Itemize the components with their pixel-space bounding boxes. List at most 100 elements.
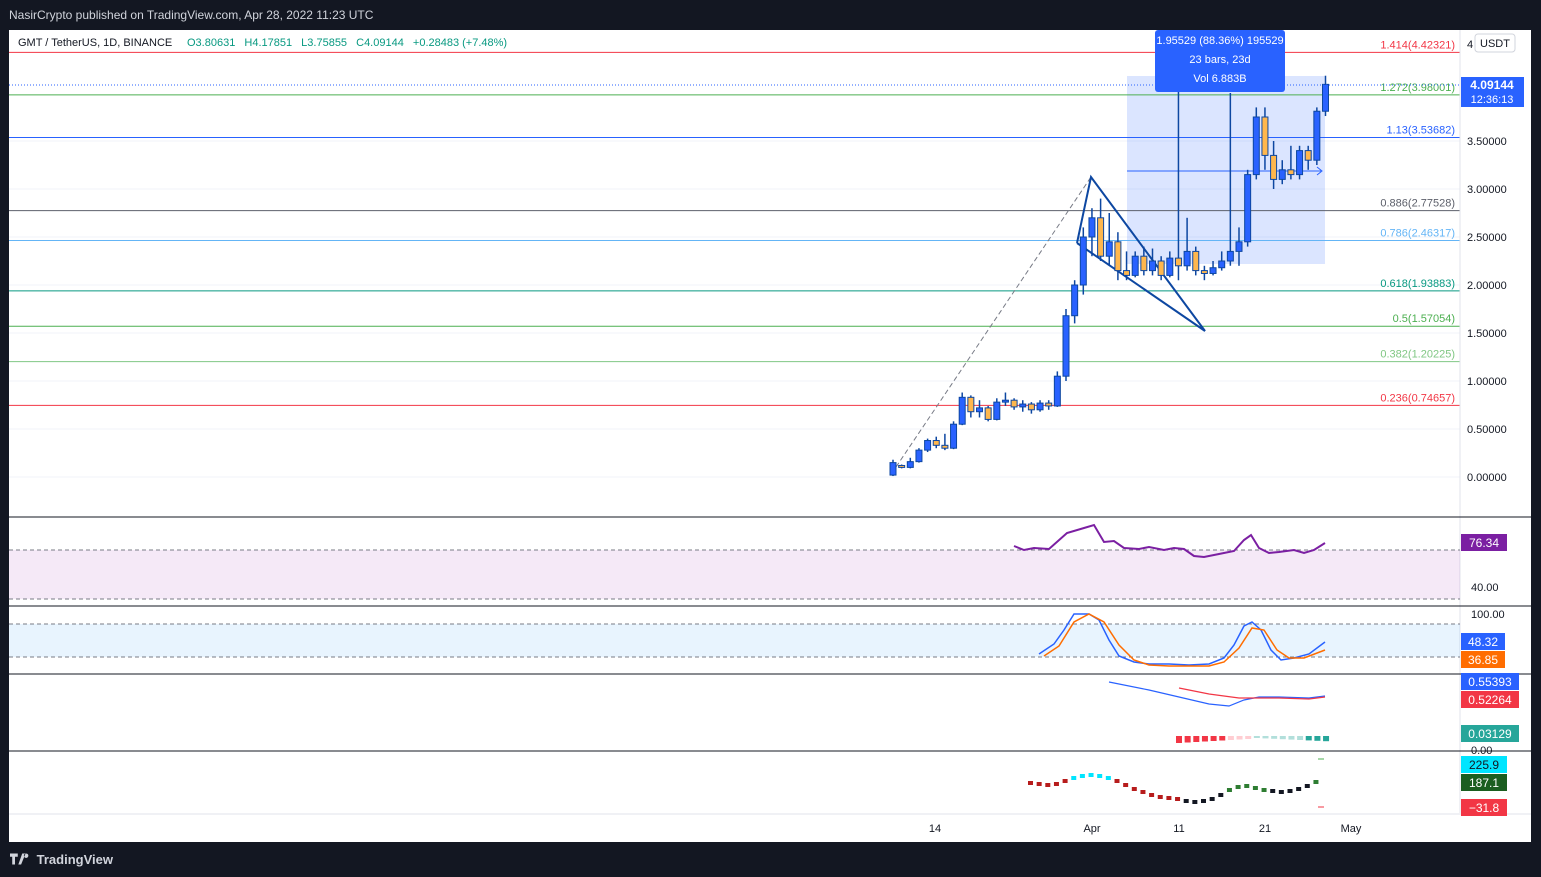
candle-body (984, 407, 992, 420)
oscillator-square (1261, 788, 1267, 792)
oscillator-square (1209, 797, 1215, 801)
trend-line-dashed[interactable] (895, 176, 1092, 468)
macd-hist-bar (1253, 736, 1260, 738)
candle (1105, 213, 1113, 266)
candle-body (1097, 217, 1105, 257)
candle-body (1226, 250, 1234, 262)
candle (984, 405, 992, 422)
candle-body (932, 440, 940, 446)
measure-tooltip-line2: 23 bars, 23d (1189, 54, 1250, 66)
candle (1079, 227, 1087, 295)
candle-body (1287, 169, 1295, 176)
price-tick-label: 3.50000 (1467, 136, 1507, 148)
candle (993, 398, 1001, 421)
candle-body (1071, 284, 1079, 317)
macd-signal-value: 0.52264 (1468, 693, 1512, 707)
candle (1027, 402, 1035, 414)
stoch-d-value: 36.85 (1468, 653, 1498, 667)
candle-body (1123, 270, 1131, 276)
rsi-band (9, 550, 1460, 599)
legend-symbol[interactable]: GMT / TetherUS, 1D, BINANCE (18, 37, 172, 49)
candle-body (1027, 403, 1035, 411)
macd-hist-bar (1210, 736, 1217, 741)
price-axis-top-tick: 4 (1467, 39, 1473, 51)
macd-hist-bar (1271, 736, 1278, 739)
candle-body (915, 449, 923, 463)
candle-body (1166, 257, 1174, 276)
legend-high: H4.17851 (244, 37, 292, 49)
candle (1045, 400, 1053, 410)
candle (1001, 392, 1009, 406)
candle-body (1149, 260, 1156, 272)
macd-zero-label: 0.00 (1471, 745, 1492, 757)
measure-tooltip-line1: 1.95529 (88.36%) 195529 (1156, 35, 1283, 47)
macd-hist-bar (1314, 736, 1321, 741)
fib-level-label: 1.272(3.98001) (1380, 82, 1455, 94)
macd-hist-bar (1193, 736, 1200, 742)
candle-body (1114, 241, 1122, 272)
chart-canvas[interactable]: 1.414(4.42321) 1.272(3.98001) 1.13(3.53682… (9, 30, 1531, 842)
candle-body (898, 464, 906, 468)
price-tick-label: 1.50000 (1467, 328, 1507, 340)
candle-body (1244, 174, 1252, 243)
publisher-line: NasirCrypto published on TradingView.com… (9, 8, 374, 22)
macd-hist-bar (1245, 736, 1252, 739)
oscillator-square (1226, 788, 1232, 792)
fib-level-label: 0.886(2.77528) (1380, 198, 1455, 210)
tradingview-logo[interactable]: TradingView (10, 852, 113, 867)
oscillator-square (1218, 793, 1224, 797)
fib-level-label: 0.786(2.46317) (1380, 228, 1455, 240)
oscillator-square (1045, 783, 1051, 787)
macd-hist-bar (1227, 736, 1234, 740)
candle-body (1218, 260, 1226, 269)
oscillator-square (1166, 796, 1172, 800)
oscillator-square (1175, 797, 1181, 801)
candle-body (1105, 241, 1113, 257)
candle-body (958, 396, 966, 425)
oscillator-square (1053, 782, 1059, 786)
oscillator-square (1235, 785, 1241, 789)
last-price-value: 4.09144 (1470, 78, 1514, 92)
price-tick-label: 0.50000 (1467, 424, 1507, 436)
rsi-level-label: 40.00 (1471, 582, 1499, 594)
candle-body (906, 461, 914, 468)
legend-open: O3.80631 (187, 37, 235, 49)
footer: TradingView (0, 842, 1541, 877)
macd-hist-bar (1323, 736, 1330, 742)
candle (1244, 169, 1252, 247)
candle (1192, 246, 1200, 276)
candle (898, 464, 906, 469)
chart-area[interactable]: 1.414(4.42321) 1.272(3.98001) 1.13(3.53682… (9, 30, 1531, 842)
macd-value: 0.55393 (1468, 675, 1512, 689)
candle (932, 436, 940, 449)
candle-body (1157, 260, 1165, 276)
macd-hist-bar (1201, 736, 1208, 742)
oscillator-square (1140, 790, 1146, 794)
candle-body (967, 396, 975, 413)
fib-level-label: 0.5(1.57054) (1393, 313, 1455, 325)
oscillator-squares (1028, 773, 1319, 804)
oscillator-square (1157, 795, 1163, 799)
oscillator-square (1123, 783, 1129, 787)
fib-level-label: 0.382(1.20225) (1380, 349, 1455, 361)
candle-body (1183, 250, 1191, 267)
macd-hist-bar (1262, 736, 1269, 739)
candle-body (1252, 116, 1260, 176)
fib-level-label: 1.13(3.53682) (1387, 124, 1456, 136)
candle (950, 421, 958, 450)
tradingview-logo-icon (10, 853, 29, 865)
currency-label[interactable]: USDT (1480, 38, 1510, 50)
macd-hist-bar (1176, 736, 1182, 743)
candle-body (924, 440, 932, 451)
candle-body (889, 462, 897, 476)
candle (1097, 198, 1105, 261)
candle-body (976, 407, 983, 413)
date-price-range-box[interactable] (1127, 76, 1325, 264)
price-tick-label: 2.50000 (1467, 232, 1507, 244)
measure-tooltip-line3: Vol 6.883B (1193, 73, 1246, 85)
macd-hist-value: 0.03129 (1468, 727, 1512, 741)
candle-body (993, 401, 1001, 420)
candle-body (1192, 250, 1200, 272)
countdown-value: 12:36:13 (1471, 94, 1514, 106)
legend-close: C4.09144 (356, 37, 404, 49)
